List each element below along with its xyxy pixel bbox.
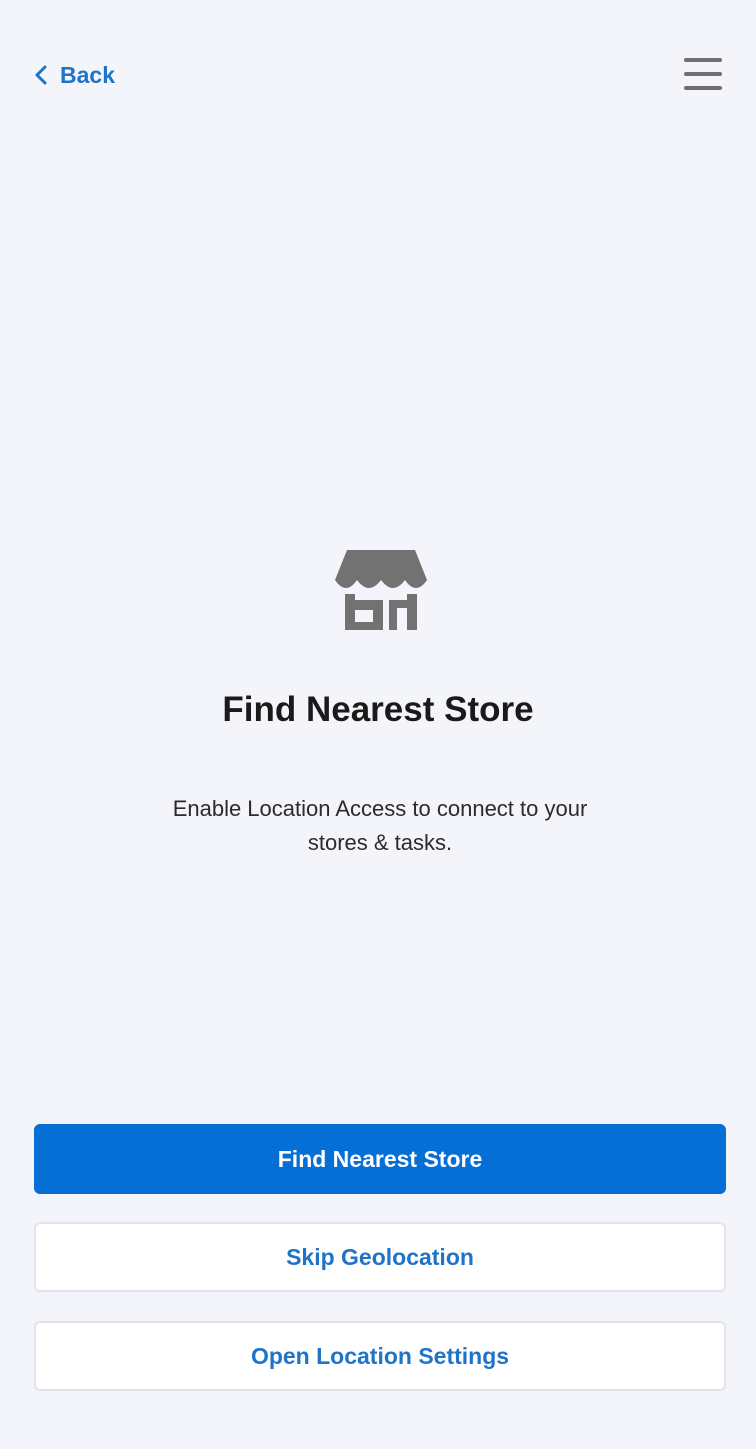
hero-description: Enable Location Access to connect to you… [172, 796, 588, 855]
back-button[interactable]: Back [34, 58, 115, 92]
top-bar: Back [0, 0, 756, 150]
store-icon [333, 540, 429, 634]
hamburger-menu-icon [684, 58, 722, 90]
menu-button[interactable] [682, 56, 724, 92]
back-label: Back [60, 61, 115, 88]
open-location-settings-button[interactable]: Open Location Settings [34, 1321, 726, 1391]
hero-title: Find Nearest Store [222, 690, 534, 729]
skip-geolocation-button[interactable]: Skip Geolocation [34, 1222, 726, 1292]
chevron-left-icon [35, 65, 47, 85]
find-nearest-store-button[interactable]: Find Nearest Store [34, 1124, 726, 1194]
